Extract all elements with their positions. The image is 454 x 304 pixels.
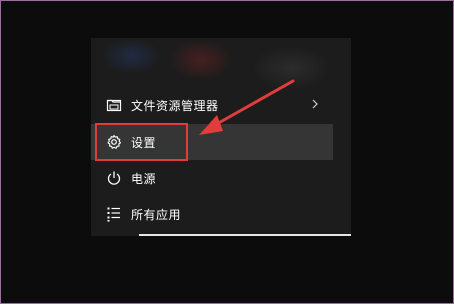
menu-item-all-apps[interactable]: 所有应用 bbox=[91, 196, 333, 232]
menu-item-label: 电源 bbox=[131, 171, 157, 186]
folder-icon bbox=[105, 96, 123, 114]
screenshot-frame: 文件资源管理器 设置 电源 所有应用 bbox=[0, 0, 454, 304]
menu-item-label: 文件资源管理器 bbox=[131, 98, 219, 113]
annotation-highlight-box bbox=[95, 123, 188, 161]
menu-item-file-explorer[interactable]: 文件资源管理器 bbox=[91, 87, 333, 123]
menu-item-power[interactable]: 电源 bbox=[91, 160, 333, 196]
menu-item-label: 所有应用 bbox=[131, 207, 182, 222]
chevron-right-icon bbox=[312, 99, 318, 109]
power-icon bbox=[105, 169, 123, 187]
taskbar-indicator-line bbox=[139, 234, 351, 236]
list-icon bbox=[105, 205, 123, 223]
